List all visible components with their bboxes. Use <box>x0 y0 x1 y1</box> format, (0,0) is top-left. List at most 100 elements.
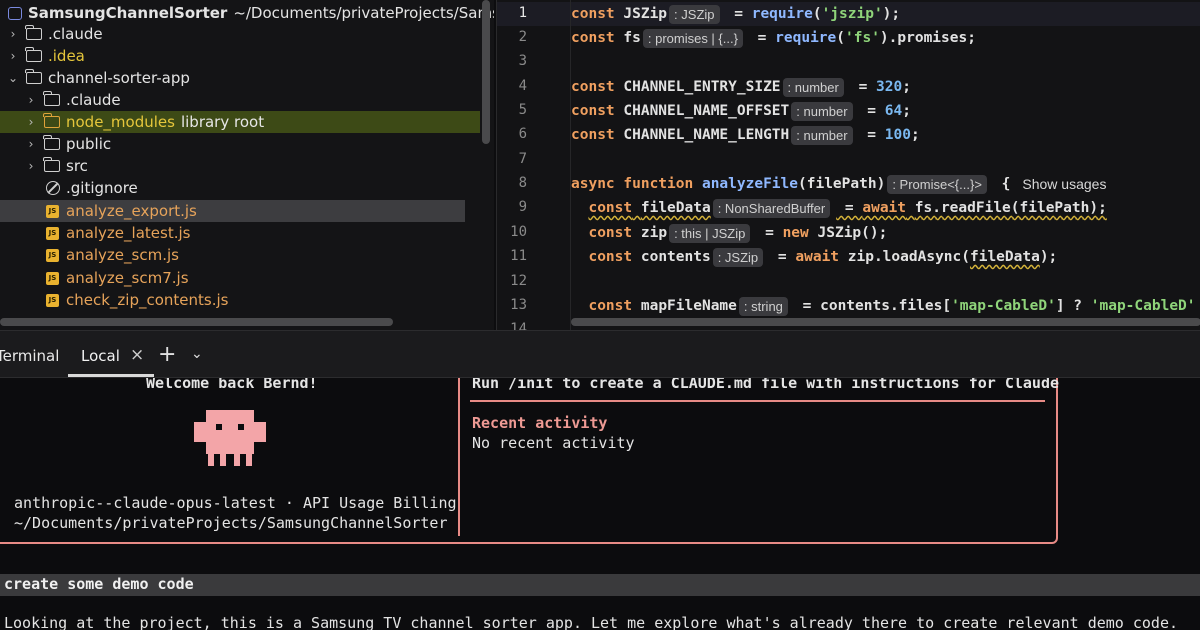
line-number: 14 <box>510 321 527 330</box>
function-call: JSZip(); <box>817 225 888 241</box>
code-editor[interactable]: 1 2 3 4 5 6 7 8 9 10 11 12 13 14 const J… <box>496 0 1200 330</box>
tree-item-label: analyze_scm7.js <box>66 269 189 287</box>
welcome-message: Welcome back Bernd! <box>146 378 318 392</box>
chevron-down-icon[interactable]: ⌄ <box>191 346 203 362</box>
active-tab-indicator <box>68 374 154 377</box>
keyword: function <box>623 176 694 192</box>
type-hint: : JSZip <box>712 247 764 267</box>
keyword: await <box>795 249 840 265</box>
line-number: 12 <box>510 273 527 289</box>
chevron-right-icon[interactable]: › <box>24 159 38 173</box>
tree-root-row[interactable]: SamsungChannelSorter ~/Documents/private… <box>0 2 494 24</box>
code-line[interactable]: const CHANNEL_NAME_OFFSET: number = 64; <box>571 99 911 123</box>
js-file-icon: JS <box>46 271 59 285</box>
keyword: const <box>588 249 633 265</box>
type-hint: : promises | {...} <box>642 28 743 48</box>
folder-icon <box>43 135 60 150</box>
identifier: CHANNEL_ENTRY_SIZE <box>623 79 781 95</box>
code-line[interactable]: const fs: promises | {...} = require('fs… <box>571 26 976 50</box>
tree-item-label: analyze_export.js <box>66 202 197 220</box>
code-line[interactable]: const contents: JSZip = await zip.loadAs… <box>571 245 1057 269</box>
type-hint: : this | JSZip <box>669 223 751 243</box>
recent-activity-title: Recent activity <box>472 414 608 432</box>
function-name: analyzeFile <box>701 176 798 192</box>
close-icon[interactable]: × <box>130 345 144 365</box>
code-line[interactable]: const mapFileName: string = contents.fil… <box>571 294 1196 318</box>
tree-item[interactable]: JS analyze_scm7.js <box>46 267 189 289</box>
identifier: CHANNEL_NAME_LENGTH <box>623 127 790 143</box>
argument: fileData <box>969 249 1040 265</box>
js-file-icon: JS <box>46 226 59 240</box>
init-hint: Run /init to create a CLAUDE.md file wit… <box>472 378 1059 392</box>
chevron-right-icon[interactable]: › <box>6 27 20 41</box>
number-literal: 64 <box>884 103 903 119</box>
tree-item[interactable]: JS analyze_latest.js <box>46 222 190 244</box>
chevron-right-icon[interactable]: › <box>24 115 38 129</box>
welcome-box-hline <box>470 400 1045 402</box>
tree-item-label: public <box>66 135 112 153</box>
tree-item[interactable]: › node_modules library root <box>0 111 480 133</box>
chevron-right-icon[interactable]: › <box>24 93 38 107</box>
terminal-tab-bar: Terminal Local × + ⌄ <box>0 330 1200 378</box>
code-line[interactable]: const fileData: NonSharedBuffer = await … <box>571 196 1107 220</box>
tree-item[interactable]: › .idea <box>6 45 85 67</box>
tree-item-label: check_zip_contents.js <box>66 291 229 309</box>
type-hint: : number <box>782 77 844 97</box>
chevron-down-icon[interactable]: ⌄ <box>6 71 20 85</box>
keyword: await <box>862 200 907 216</box>
keyword: const <box>571 6 615 22</box>
folder-icon <box>43 157 60 172</box>
tree-item[interactable]: › src <box>24 155 88 177</box>
folder-icon <box>43 91 60 106</box>
code-line[interactable]: const CHANNEL_ENTRY_SIZE: number = 320; <box>571 75 911 99</box>
add-tab-icon[interactable]: + <box>158 342 176 367</box>
code-line[interactable]: const zip: this | JSZip = new JSZip(); <box>571 221 887 245</box>
tab-local[interactable]: Local <box>81 347 120 365</box>
library-root-tag: library root <box>180 113 265 131</box>
tree-item[interactable]: JS analyze_export.js <box>0 200 465 222</box>
terminal-output[interactable]: Welcome back Bernd! Run /init to create … <box>0 378 1200 630</box>
tree-item[interactable]: JS check_zip_contents.js <box>46 289 228 311</box>
keyword: const <box>588 200 633 216</box>
keyword: async <box>571 176 615 192</box>
string-literal: 'jszip' <box>821 6 883 22</box>
keyword: const <box>588 298 633 314</box>
tree-item-label: .gitignore <box>66 179 138 197</box>
code-line[interactable]: const JSZip: JSZip = require('jszip'); <box>571 2 900 26</box>
line-number: 8 <box>518 175 527 191</box>
editor-horizontal-scrollbar[interactable] <box>571 318 1200 326</box>
show-usages-link[interactable]: Show usages <box>1022 176 1106 192</box>
line-number: 5 <box>518 102 527 118</box>
chevron-right-icon[interactable]: › <box>6 49 20 63</box>
code-line[interactable]: const CHANNEL_NAME_LENGTH: number = 100; <box>571 123 920 147</box>
tree-vertical-scrollbar[interactable] <box>482 0 490 144</box>
tree-item[interactable]: › public <box>24 133 111 155</box>
folder-icon <box>25 69 42 84</box>
tree-item[interactable]: JS analyze_scm.js <box>46 244 179 266</box>
js-file-icon: JS <box>46 204 59 218</box>
tree-item-label: node_modules <box>66 113 175 131</box>
function-call: require <box>775 30 837 46</box>
identifier: contents <box>640 249 711 265</box>
tree-item-label: analyze_scm.js <box>66 246 179 264</box>
number-literal: 320 <box>876 79 903 95</box>
tree-item[interactable]: ⌄ channel-sorter-app <box>6 67 190 89</box>
parameter: (filePath) <box>798 176 886 192</box>
recent-activity-value: No recent activity <box>472 434 635 452</box>
function-call: fs.readFile(filePath); <box>914 200 1107 216</box>
chevron-right-icon[interactable]: › <box>24 137 38 151</box>
keyword: const <box>571 79 615 95</box>
operator: ] ? <box>1055 298 1091 314</box>
function-call: require <box>751 6 813 22</box>
js-file-icon: JS <box>46 248 59 262</box>
tree-item[interactable]: › .claude <box>6 23 103 45</box>
model-info: anthropic--claude-opus-latest · API Usag… <box>14 494 457 512</box>
line-number: 3 <box>518 53 527 69</box>
tree-horizontal-scrollbar[interactable] <box>0 318 393 326</box>
tree-root-path: ~/Documents/privateProjects/SamsungC <box>233 4 494 22</box>
identifier: .promises; <box>888 30 976 46</box>
tree-item[interactable]: › .claude <box>24 89 121 111</box>
welcome-box-divider <box>458 378 460 536</box>
code-line[interactable]: async function analyzeFile (filePath): Pr… <box>571 172 1106 196</box>
tree-item[interactable]: .gitignore <box>46 177 138 199</box>
